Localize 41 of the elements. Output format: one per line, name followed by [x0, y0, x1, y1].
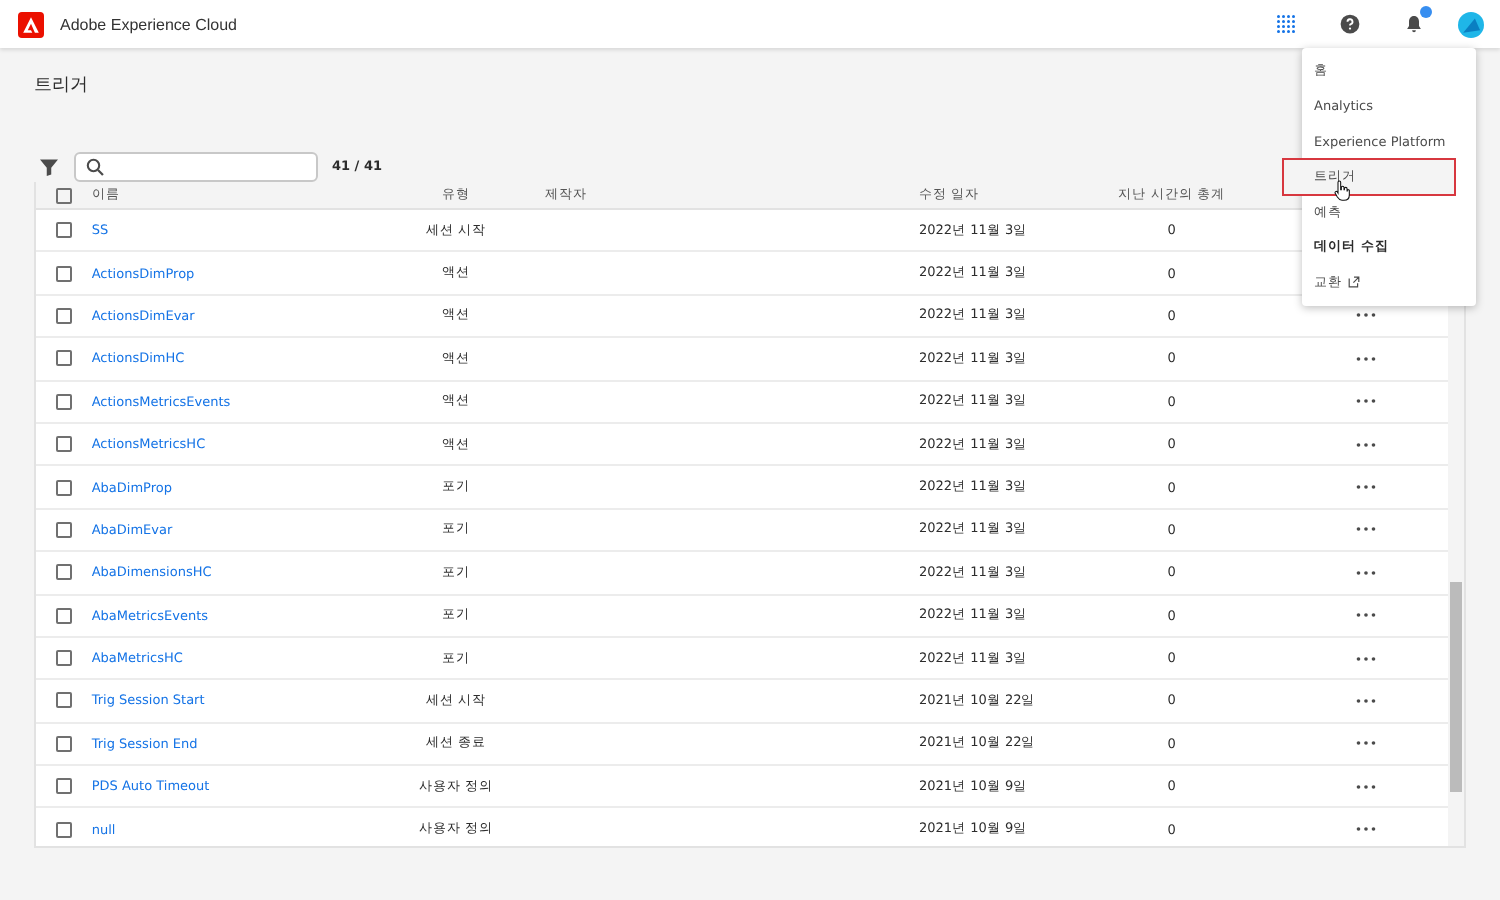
more-icon[interactable]: [1356, 783, 1377, 790]
search-field[interactable]: [74, 151, 318, 181]
row-checkbox[interactable]: [55, 436, 72, 453]
more-icon[interactable]: [1356, 740, 1377, 747]
row-checkbox[interactable]: [55, 393, 72, 410]
more-icon[interactable]: [1356, 312, 1377, 319]
page-title: 트리거: [34, 74, 88, 98]
row-checkbox[interactable]: [55, 650, 72, 667]
row-checkbox[interactable]: [55, 350, 72, 367]
row-checkbox[interactable]: [55, 307, 72, 324]
help-icon[interactable]: [1340, 14, 1360, 34]
row-checkbox[interactable]: [55, 821, 72, 838]
row-checkbox[interactable]: [55, 735, 72, 752]
more-icon[interactable]: [1356, 697, 1377, 704]
row-checkbox[interactable]: [55, 479, 72, 496]
more-icon[interactable]: [1356, 526, 1377, 533]
more-icon[interactable]: [1356, 355, 1377, 362]
external-link-icon: [1348, 276, 1360, 289]
hand-cursor-icon: [1334, 180, 1350, 202]
search-icon: [86, 157, 104, 175]
more-icon[interactable]: [1356, 398, 1377, 405]
row-checkbox[interactable]: [55, 778, 72, 795]
select-all-checkbox[interactable]: [55, 187, 72, 203]
row-checkbox[interactable]: [55, 265, 72, 282]
row-checkbox[interactable]: [55, 521, 72, 538]
more-icon[interactable]: [1356, 569, 1377, 576]
adobe-logo-icon: [18, 11, 44, 37]
row-checkbox[interactable]: [55, 222, 72, 239]
more-icon[interactable]: [1356, 612, 1377, 619]
avatar-icon[interactable]: [1458, 11, 1484, 37]
product-name: Adobe Experience Cloud: [60, 15, 238, 33]
more-icon[interactable]: [1356, 484, 1377, 491]
row-checkbox[interactable]: [55, 692, 72, 709]
app-grid-icon[interactable]: [1276, 14, 1296, 34]
more-icon[interactable]: [1356, 826, 1377, 833]
row-checkbox[interactable]: [55, 564, 72, 581]
filter-icon[interactable]: [40, 157, 58, 175]
more-icon[interactable]: [1356, 655, 1377, 662]
more-icon[interactable]: [1356, 441, 1377, 448]
row-checkbox[interactable]: [55, 607, 72, 624]
bell-icon[interactable]: [1404, 14, 1424, 34]
